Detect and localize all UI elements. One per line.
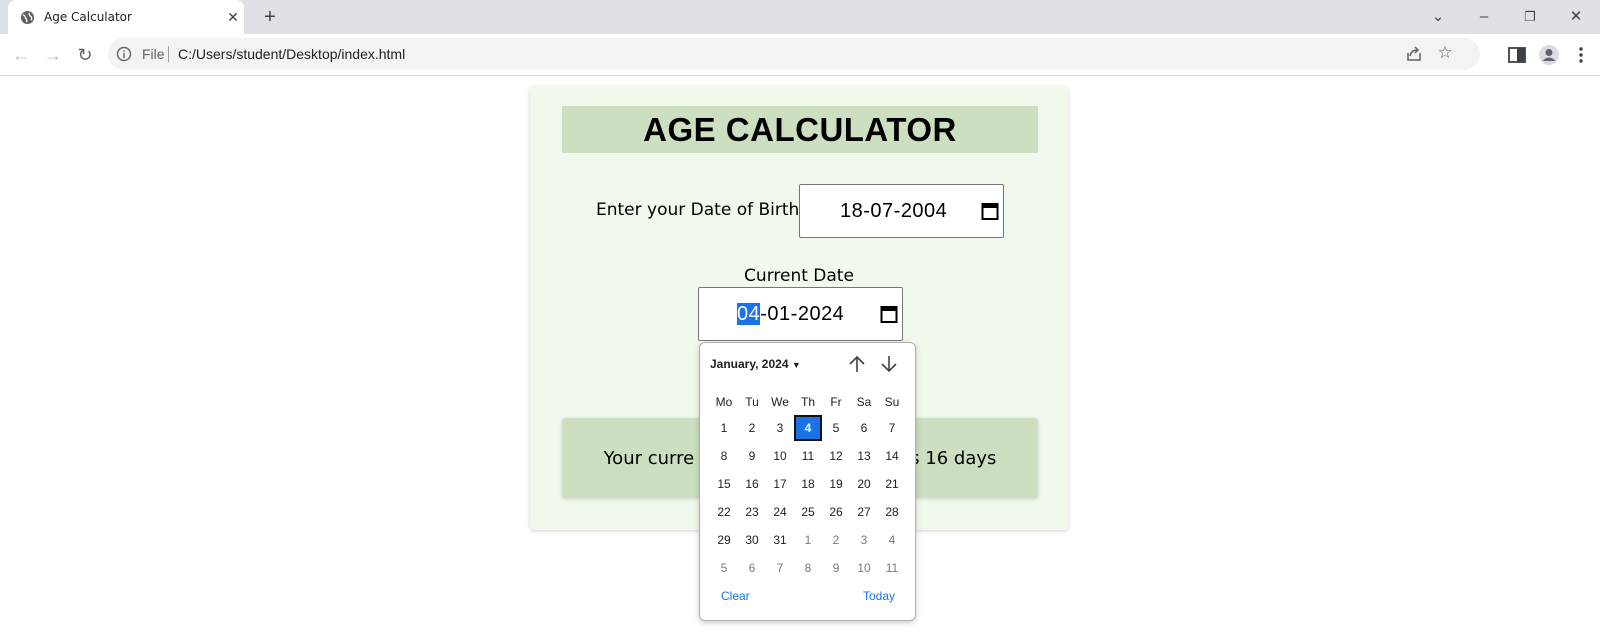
calendar-day[interactable]: 24 [766, 499, 794, 525]
next-month-arrow-icon[interactable] [878, 353, 900, 375]
tab-search-icon[interactable]: ⌄ [1424, 4, 1452, 30]
address-divider [168, 46, 169, 62]
calendar-day[interactable]: 11 [878, 555, 906, 581]
caret-down-icon: ▼ [791, 360, 801, 370]
browser-toolbar: ← → ↻ File C:/Users/student/Desktop/inde… [0, 34, 1600, 76]
calendar-day[interactable]: 3 [766, 415, 794, 441]
calendar-day[interactable]: 4 [878, 527, 906, 553]
address-url[interactable]: C:/Users/student/Desktop/index.html [178, 46, 405, 62]
tab-title: Age Calculator [44, 10, 132, 24]
dob-value: 18-07-2004 [840, 200, 948, 222]
calendar-day[interactable]: 26 [822, 499, 850, 525]
calendar-day[interactable]: 23 [738, 499, 766, 525]
weekday-label: Tu [745, 395, 759, 409]
weekday-label: We [771, 395, 789, 409]
calendar-day[interactable]: 6 [738, 555, 766, 581]
calendar-day[interactable]: 15 [710, 471, 738, 497]
previous-month-arrow-icon[interactable] [846, 353, 868, 375]
calendar-day[interactable]: 31 [766, 527, 794, 553]
calendar-day[interactable]: 29 [710, 527, 738, 553]
calendar-day[interactable]: 2 [738, 415, 766, 441]
calendar-day[interactable]: 16 [738, 471, 766, 497]
calendar-day[interactable]: 8 [794, 555, 822, 581]
calendar-day[interactable]: 7 [766, 555, 794, 581]
result-text-right: s 16 days [910, 448, 997, 469]
calendar-icon[interactable] [880, 304, 898, 324]
address-scheme: File [142, 46, 165, 62]
page-title: AGE CALCULATOR [562, 106, 1038, 153]
calendar-day[interactable]: 14 [878, 443, 906, 469]
current-month-year[interactable]: -01-2024 [760, 303, 844, 325]
weekday-label: Su [884, 395, 900, 409]
new-tab-button[interactable]: + [258, 6, 282, 30]
share-icon[interactable] [1404, 44, 1424, 64]
weekday-label: Mo [715, 395, 733, 409]
calendar-day[interactable]: 5 [822, 415, 850, 441]
reload-button[interactable]: ↻ [72, 42, 98, 68]
month-year-label: January, 2024 [710, 357, 789, 371]
close-window-button[interactable]: ✕ [1562, 4, 1590, 30]
calendar-day[interactable]: 10 [850, 555, 878, 581]
calendar-day[interactable]: 6 [850, 415, 878, 441]
calendar-day[interactable]: 2 [822, 527, 850, 553]
tab-strip: Age Calculator ✕ + ⌄ – ❐ ✕ [0, 0, 1600, 34]
tab-close-icon[interactable]: ✕ [224, 8, 242, 26]
restore-button[interactable]: ❐ [1516, 4, 1544, 30]
dob-input[interactable]: 18-07-2004 [799, 184, 1004, 238]
calendar-day[interactable]: 1 [794, 527, 822, 553]
weekday-label: Sa [856, 395, 872, 409]
calendar-day[interactable]: 4 [794, 415, 822, 441]
bookmark-star-icon[interactable]: ☆ [1434, 42, 1456, 64]
globe-icon [20, 10, 35, 25]
weekday-label: Fr [830, 395, 842, 409]
calendar-day[interactable]: 27 [850, 499, 878, 525]
calendar-day[interactable]: 7 [878, 415, 906, 441]
weekday-label: Th [800, 395, 815, 409]
calendar-icon[interactable] [981, 201, 999, 221]
calendar-day[interactable]: 28 [878, 499, 906, 525]
calendar-day[interactable]: 12 [822, 443, 850, 469]
result-text-left: Your curre [603, 448, 695, 469]
calendar-day[interactable]: 18 [794, 471, 822, 497]
minimize-button[interactable]: – [1470, 4, 1498, 30]
month-year-dropdown[interactable]: January, 2024 ▼ [710, 357, 801, 371]
calendar-day[interactable]: 9 [738, 443, 766, 469]
current-day-segment[interactable]: 04 [737, 303, 761, 325]
side-panel-icon[interactable] [1506, 44, 1528, 66]
today-button[interactable]: Today [863, 589, 895, 603]
calendar-day[interactable]: 19 [822, 471, 850, 497]
menu-dots-icon[interactable] [1570, 44, 1592, 66]
info-icon[interactable] [116, 46, 132, 62]
calendar-day[interactable]: 22 [710, 499, 738, 525]
clear-button[interactable]: Clear [721, 589, 750, 603]
calendar-day[interactable]: 20 [850, 471, 878, 497]
tab-age-calculator[interactable]: Age Calculator ✕ [8, 0, 244, 34]
profile-avatar-icon[interactable] [1538, 44, 1560, 66]
dob-label: Enter your Date of Birth [596, 200, 800, 220]
back-button[interactable]: ← [8, 42, 34, 68]
calendar-day[interactable]: 11 [794, 443, 822, 469]
calendar-day[interactable]: 30 [738, 527, 766, 553]
current-date-label: Current Date [744, 266, 854, 286]
address-bar[interactable]: File C:/Users/student/Desktop/index.html… [108, 38, 1480, 70]
calendar-day[interactable]: 25 [794, 499, 822, 525]
calendar-day[interactable]: 10 [766, 443, 794, 469]
calendar-day[interactable]: 5 [710, 555, 738, 581]
calendar-day[interactable]: 1 [710, 415, 738, 441]
calendar-day[interactable]: 3 [850, 527, 878, 553]
calendar-day[interactable]: 8 [710, 443, 738, 469]
date-picker-popup: January, 2024 ▼ Mo Tu We Th Fr Sa Su 123456789… [699, 342, 916, 621]
calendar-day[interactable]: 17 [766, 471, 794, 497]
forward-button[interactable]: → [40, 42, 66, 68]
calendar-day[interactable]: 13 [850, 443, 878, 469]
calendar-day[interactable]: 21 [878, 471, 906, 497]
calendar-day[interactable]: 9 [822, 555, 850, 581]
current-date-input[interactable]: 04-01-2024 [698, 287, 903, 341]
